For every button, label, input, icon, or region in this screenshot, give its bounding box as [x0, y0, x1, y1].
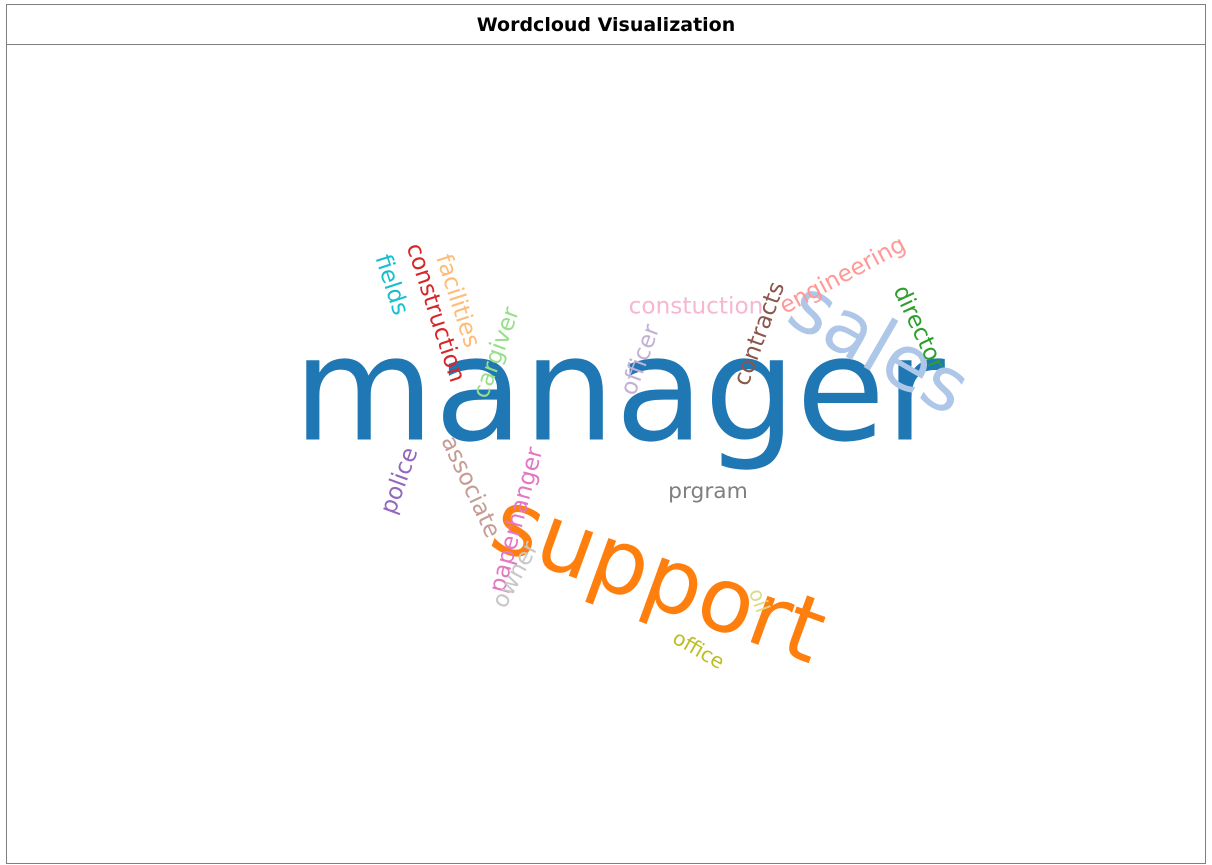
chart-title: Wordcloud Visualization	[7, 5, 1205, 45]
wordcloud-area: manager support sales constuction contracts e…	[7, 45, 1205, 863]
wordcloud-frame: Wordcloud Visualization manager support sa…	[6, 4, 1206, 864]
wordcloud-svg: managersupportsalesconstuctioncontractse…	[293, 231, 985, 685]
word-constuction: constuction	[629, 293, 764, 320]
word-prgram: prgram	[668, 479, 748, 504]
